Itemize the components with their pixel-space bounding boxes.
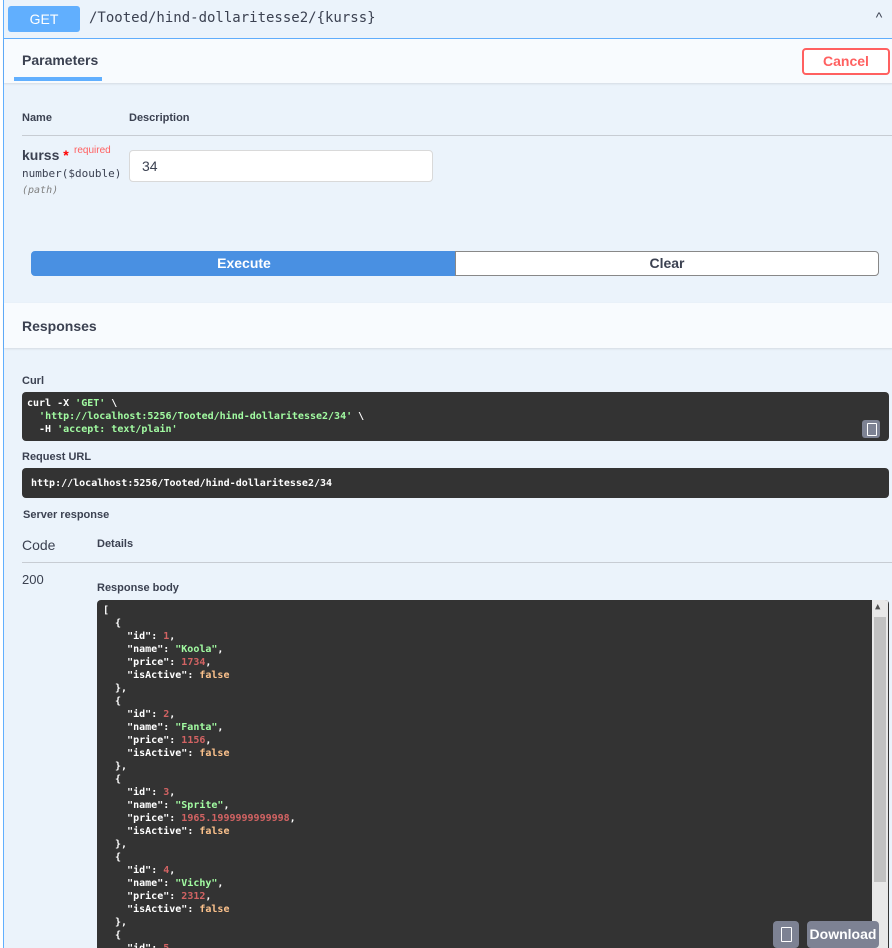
json-line: "id": 5 [103, 943, 169, 948]
scroll-thumb[interactable] [874, 617, 886, 882]
curl-label: Curl [22, 375, 44, 387]
request-url: http://localhost:5256/Tooted/hind-dollar… [31, 478, 333, 489]
tab-active-indicator [14, 77, 102, 81]
copy-response-icon[interactable] [773, 921, 799, 948]
json-line: "id": 2, [127, 709, 176, 720]
json-line: "name": "Vichy", [127, 878, 224, 889]
json-line: "isActive": false [127, 748, 230, 759]
curl-line: 'http://localhost:5256/Tooted/hind-dolla… [39, 411, 365, 422]
divider [22, 562, 892, 563]
divider [22, 135, 892, 136]
param-location: (path) [22, 185, 59, 196]
execute-button[interactable]: Execute [31, 251, 457, 276]
operation-summary[interactable]: GET /Tooted/hind-dollaritesse2/{kurss} ^ [4, 0, 892, 39]
json-brace: { [103, 930, 122, 941]
json-line: "id": 1, [127, 631, 176, 642]
curl-line: -H 'accept: text/plain' [27, 424, 178, 435]
json-brace: { [103, 618, 122, 629]
collapse-chevron-icon[interactable]: ^ [868, 6, 890, 28]
json-line: "name": "Fanta", [127, 722, 224, 733]
endpoint-path: /Tooted/hind-dollaritesse2/{kurss} [89, 10, 376, 26]
copy-icon[interactable] [862, 420, 880, 438]
json-line: "isActive": false [127, 826, 230, 837]
request-url-block: http://localhost:5256/Tooted/hind-dollar… [22, 468, 889, 498]
cancel-button[interactable]: Cancel [802, 48, 890, 75]
json-line: "name": "Koola", [127, 644, 224, 655]
kurss-input[interactable]: 34 [129, 150, 433, 182]
tab-parameters[interactable]: Parameters [22, 52, 98, 68]
curl-block[interactable]: curl -X 'GET' \ 'http://localhost:5256/T… [22, 392, 889, 441]
json-line: "isActive": false [127, 670, 230, 681]
response-body-block[interactable]: [ { "id": 1, "name": "Koola", "price": 1… [97, 600, 889, 948]
param-name: kurss * [22, 147, 69, 163]
operation-block: GET /Tooted/hind-dollaritesse2/{kurss} ^… [3, 0, 892, 948]
column-header-details: Details [97, 538, 134, 550]
json-line: "isActive": false [127, 904, 230, 915]
json-line: "id": 4, [127, 865, 176, 876]
required-label: required [74, 145, 111, 156]
json-bracket: [ [103, 605, 110, 616]
json-line: "id": 3, [127, 787, 176, 798]
json-brace: { [103, 696, 122, 707]
scroll-up-arrow-icon[interactable]: ▲ [875, 602, 880, 612]
column-header-description: Description [129, 112, 190, 124]
json-brace: }, [103, 761, 128, 772]
server-response-label: Server response [23, 509, 110, 521]
json-brace: }, [103, 683, 128, 694]
response-body-label: Response body [97, 582, 179, 594]
curl-line: curl -X 'GET' \ [27, 398, 118, 409]
json-brace: { [103, 774, 122, 785]
json-line: "price": 1965.1999999999998, [127, 813, 296, 824]
responses-title: Responses [22, 318, 97, 334]
param-type: number($double) [22, 167, 122, 180]
column-header-code: Code [22, 537, 56, 553]
json-brace: }, [103, 839, 128, 850]
json-line: "price": 1156, [127, 735, 212, 746]
column-header-name: Name [22, 112, 52, 124]
required-star: * [63, 147, 69, 163]
param-name-text: kurss [22, 147, 60, 163]
json-line: "name": "Sprite", [127, 800, 230, 811]
status-code: 200 [22, 572, 44, 587]
clear-button[interactable]: Clear [455, 251, 879, 276]
download-button[interactable]: Download [807, 921, 879, 948]
json-brace: { [103, 852, 122, 863]
json-brace: }, [103, 917, 128, 928]
response-scrollbar[interactable]: ▲ [872, 600, 888, 948]
parameters-header [4, 39, 892, 83]
responses-header [4, 303, 892, 348]
request-url-label: Request URL [22, 451, 92, 463]
http-method-badge: GET [8, 6, 80, 32]
json-line: "price": 1734, [127, 657, 212, 668]
json-line: "price": 2312, [127, 891, 212, 902]
